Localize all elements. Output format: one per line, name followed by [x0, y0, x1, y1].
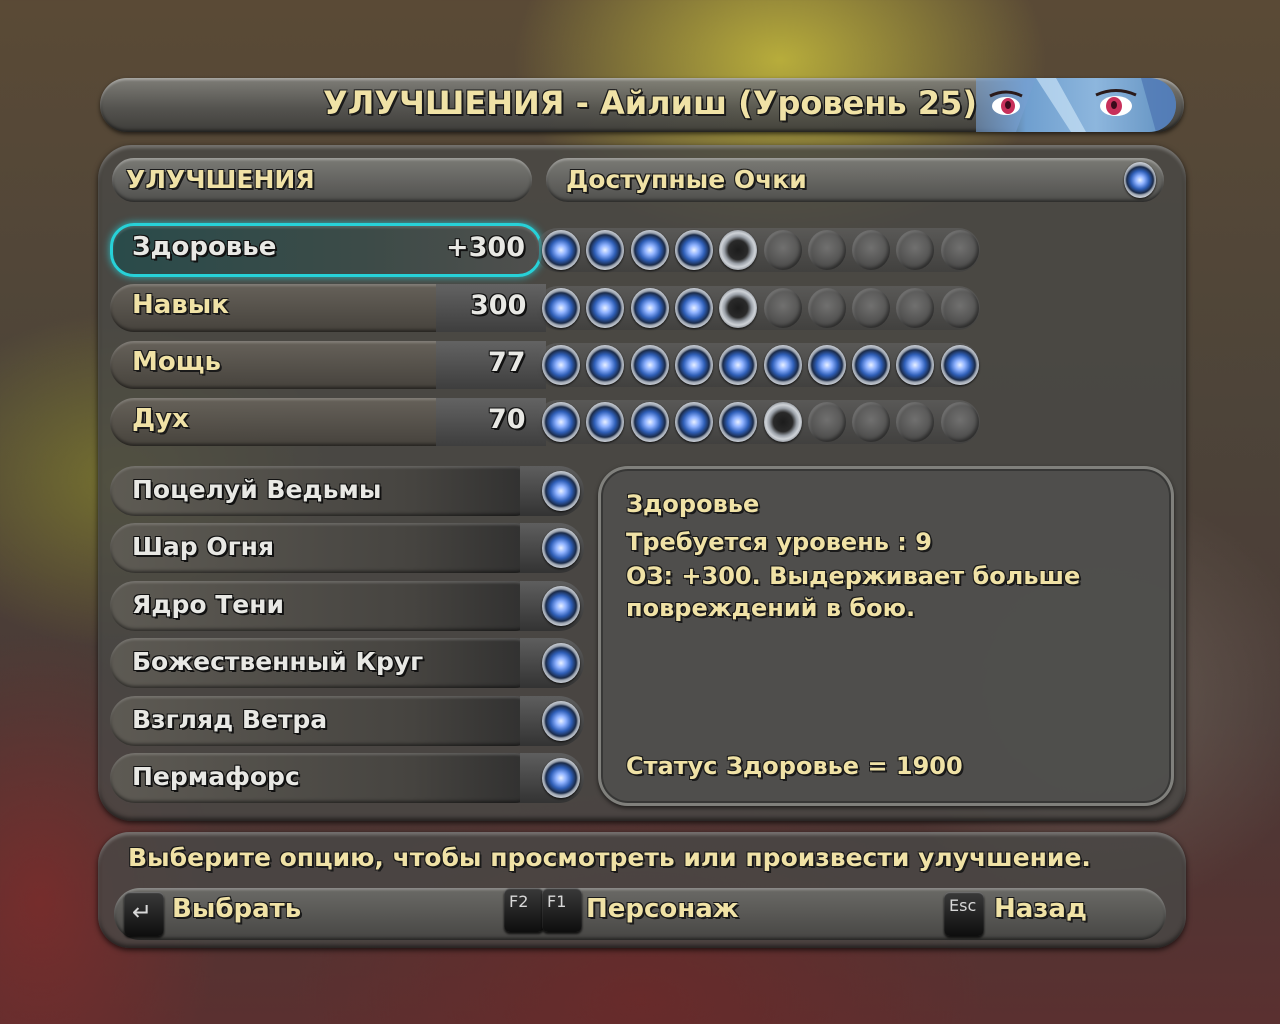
skill-row[interactable]: Поцелуй Ведьмы [110, 466, 584, 516]
empty-slot [764, 288, 802, 328]
upgrade-orb-icon [852, 345, 890, 385]
stat-value: 77 [488, 347, 526, 378]
empty-slot [852, 288, 890, 328]
skill-name: Взгляд Ветра [132, 705, 328, 734]
skill-row[interactable]: Ядро Тени [110, 581, 584, 631]
back-label[interactable]: Назад [994, 894, 1087, 924]
upgrade-orb-icon [631, 230, 669, 270]
upgrade-orb-icon [764, 345, 802, 385]
skill-orb-icon [542, 758, 580, 798]
skill-name: Шар Огня [132, 532, 274, 561]
info-description-line2: повреждений в бою. [626, 594, 916, 622]
stat-row-power[interactable]: Мощь 77 [110, 341, 980, 389]
enter-key-icon[interactable]: ↵ [124, 892, 164, 936]
skill-orb-icon [542, 643, 580, 683]
upgrade-orb-icon [542, 288, 580, 328]
esc-key-glyph: Esc [949, 896, 977, 915]
stat-value: 70 [488, 404, 526, 435]
skill-orb-icon [542, 528, 580, 568]
empty-slot [941, 402, 979, 442]
upgrade-orb-icon [542, 402, 580, 442]
empty-slot [941, 230, 979, 270]
upgrade-orb-icon [675, 288, 713, 328]
upgrade-orb-icon [542, 345, 580, 385]
character-label[interactable]: Персонаж [586, 894, 739, 924]
skill-name: Пермафорс [132, 762, 300, 791]
upgrade-orb-icon [586, 288, 624, 328]
skill-row[interactable]: Шар Огня [110, 523, 584, 573]
upgrade-orb-icon [808, 345, 846, 385]
skill-row[interactable]: Божественный Круг [110, 638, 584, 688]
f1-key-icon[interactable]: F1 [542, 888, 582, 932]
upgrades-header-label: УЛУЧШЕНИЯ [126, 165, 315, 194]
upgrade-orb-icon [586, 402, 624, 442]
empty-slot [808, 402, 846, 442]
upgrade-orb-icon [631, 402, 669, 442]
empty-orb-icon [764, 402, 802, 442]
skill-name: Божественный Круг [132, 647, 424, 676]
upgrade-orb-icon [675, 402, 713, 442]
upgrade-orb-icon [896, 345, 934, 385]
upgrade-orb-icon [675, 345, 713, 385]
stat-row-skill[interactable]: Навык 300 [110, 284, 980, 332]
info-description-line1: ОЗ: +300. Выдерживает больше [626, 562, 1081, 590]
stat-name: Мощь [132, 347, 221, 377]
upgrade-orb-icon [675, 230, 713, 270]
upgrade-orb-icon [941, 345, 979, 385]
upgrade-orb-icon [631, 345, 669, 385]
empty-slot [896, 230, 934, 270]
info-requirement: Требуется уровень : 9 [626, 528, 932, 556]
stat-name: Дух [132, 404, 189, 434]
available-point-orb-icon [1124, 162, 1156, 198]
stat-name: Здоровье [132, 232, 277, 262]
enter-key-glyph: ↵ [132, 898, 153, 926]
empty-orb-icon [719, 230, 757, 270]
skill-row[interactable]: Пермафорс [110, 753, 584, 803]
empty-slot [896, 288, 934, 328]
stat-value: +300 [446, 232, 525, 263]
select-label[interactable]: Выбрать [172, 894, 301, 924]
available-points-label: Доступные Очки [566, 165, 807, 194]
empty-slot [941, 288, 979, 328]
upgrade-orb-icon [719, 402, 757, 442]
f1-key-glyph: F1 [547, 892, 567, 911]
esc-key-icon[interactable]: Esc [944, 892, 984, 936]
empty-slot [764, 230, 802, 270]
skill-row[interactable]: Взгляд Ветра [110, 696, 584, 746]
upgrade-orb-icon [586, 345, 624, 385]
empty-slot [852, 230, 890, 270]
skill-name: Поцелуй Ведьмы [132, 475, 382, 504]
page-title: УЛУЧШЕНИЯ - Айлиш (Уровень 25) [323, 84, 977, 122]
f2-key-icon[interactable]: F2 [504, 888, 544, 932]
hint-text: Выберите опцию, чтобы просмотреть или пр… [128, 843, 1091, 872]
stat-value: 300 [470, 290, 527, 321]
f2-key-glyph: F2 [509, 892, 529, 911]
stat-row-health[interactable]: Здоровье +300 [110, 223, 980, 277]
info-status: Статус Здоровье = 1900 [626, 752, 963, 780]
empty-slot [808, 230, 846, 270]
skill-orb-icon [542, 701, 580, 741]
empty-orb-icon [719, 288, 757, 328]
stat-name: Навык [132, 290, 229, 320]
upgrade-orb-icon [586, 230, 624, 270]
upgrade-orb-icon [542, 230, 580, 270]
empty-slot [808, 288, 846, 328]
upgrade-orb-icon [631, 288, 669, 328]
skill-orb-icon [542, 471, 580, 511]
empty-slot [852, 402, 890, 442]
skill-name: Ядро Тени [132, 590, 285, 619]
skill-orb-icon [542, 586, 580, 626]
info-title: Здоровье [626, 490, 760, 518]
empty-slot [896, 402, 934, 442]
upgrade-orb-icon [719, 345, 757, 385]
stat-row-spirit[interactable]: Дух 70 [110, 398, 980, 446]
